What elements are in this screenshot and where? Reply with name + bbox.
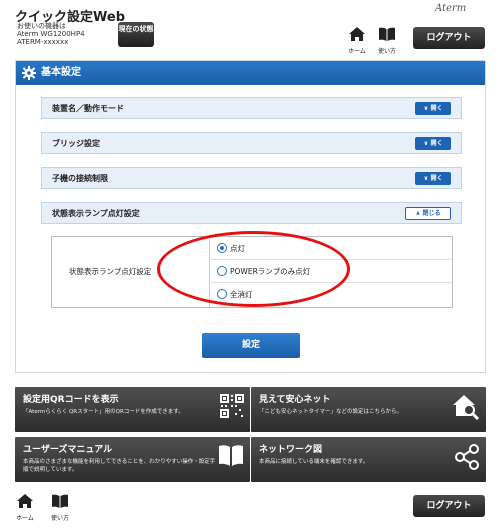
accordion-label: 状態表示ランプ点灯設定 <box>52 209 140 218</box>
manual-label: 使い方 <box>50 515 69 522</box>
tile-title: 設定用QRコードを表示 <box>23 395 119 405</box>
network-map-tile[interactable]: ネットワーク図 本商品に接続している端末を確認できます。 <box>251 437 486 482</box>
footer: ホーム 使い方 ログアウト <box>0 485 500 532</box>
option-all-off[interactable]: 全消灯 <box>211 283 452 306</box>
open-button[interactable]: ∨ 開く <box>415 137 451 150</box>
book-icon <box>52 494 68 508</box>
footer-manual-button[interactable]: 使い方 <box>47 493 73 522</box>
close-label: 閉じる <box>422 210 441 217</box>
accordion-label: 装置名／動作モード <box>52 104 124 113</box>
option-label: 点灯 <box>230 244 245 253</box>
current-status-button[interactable]: 現在の状態 <box>118 22 154 47</box>
chevron-down-icon: ∨ <box>423 140 429 147</box>
manual-label: 使い方 <box>377 48 396 55</box>
open-label: 開く <box>430 140 443 147</box>
device-info: お使いの機器は Aterm WG1200HP4 ATERM-xxxxxx <box>17 22 85 46</box>
radio-button[interactable] <box>217 243 227 253</box>
open-button[interactable]: ∨ 開く <box>415 102 451 115</box>
chevron-down-icon: ∨ <box>423 175 429 182</box>
open-label: 開く <box>430 175 443 182</box>
accordion-label: ブリッジ設定 <box>52 139 100 148</box>
option-on[interactable]: 点灯 <box>211 237 452 260</box>
tile-desc: 「こども安心ネットタイマー」などの設定はこちらから。 <box>259 409 403 415</box>
gear-icon <box>22 66 36 80</box>
open-label: 開く <box>430 105 443 112</box>
home-label: ホーム <box>16 515 34 522</box>
home-search-icon <box>453 395 480 420</box>
aterm-logo: Aterm <box>435 3 467 14</box>
network-icon <box>455 444 479 470</box>
footer-logout-button[interactable]: ログアウト <box>413 495 485 517</box>
open-button[interactable]: ∨ 開く <box>415 172 451 185</box>
accordion-client-limit[interactable]: 子機の接続制限 ∨ 開く <box>41 167 462 189</box>
submit-button[interactable]: 設定 <box>202 333 300 358</box>
users-manual-tile[interactable]: ユーザーズマニュアル 本商品のさまざまな機能を利用してできることを、わかりやすい… <box>15 437 250 482</box>
footer-home-button[interactable]: ホーム <box>12 493 38 522</box>
accordion-device-name[interactable]: 装置名／動作モード ∨ 開く <box>41 97 462 119</box>
section-title: 基本設定 <box>41 67 81 78</box>
basic-settings-panel: 基本設定 装置名／動作モード ∨ 開く ブリッジ設定 ∨ 開く 子機の接続制限 … <box>15 60 486 373</box>
lamp-setting-table: 状態表示ランプ点灯設定 点灯 POWERランプのみ点灯 全消灯 <box>51 236 453 308</box>
tile-desc: 本商品に接続している端末を確認できます。 <box>259 459 369 465</box>
option-label: POWERランプのみ点灯 <box>230 267 311 276</box>
manual-button[interactable]: 使い方 <box>374 26 400 55</box>
tile-title: ネットワーク図 <box>259 445 323 455</box>
header: クイック設定Web お使いの機器は Aterm WG1200HP4 ATERM-… <box>0 0 500 55</box>
home-icon <box>17 494 33 508</box>
setting-label: 状態表示ランプ点灯設定 <box>52 237 210 307</box>
device-label: お使いの機器は <box>17 22 66 30</box>
radio-button[interactable] <box>217 289 227 299</box>
qr-code-icon <box>220 394 244 418</box>
section-header: 基本設定 <box>16 61 485 85</box>
home-icon <box>349 27 365 41</box>
tile-desc: 本商品のさまざまな機能を利用してできることを、わかりやすい操作・設定手順で説明し… <box>23 459 216 473</box>
radio-button[interactable] <box>217 266 227 276</box>
accordion-status-lamp[interactable]: 状態表示ランプ点灯設定 ∧ 閉じる <box>41 202 462 224</box>
device-model: Aterm WG1200HP4 <box>17 30 85 38</box>
chevron-up-icon: ∧ <box>415 210 421 217</box>
tile-title: 見えて安心ネット <box>259 395 331 405</box>
home-button[interactable]: ホーム <box>344 26 370 55</box>
book-icon <box>219 445 243 466</box>
tile-title: ユーザーズマニュアル <box>23 445 113 455</box>
close-button[interactable]: ∧ 閉じる <box>405 207 451 220</box>
option-power-only[interactable]: POWERランプのみ点灯 <box>211 260 452 283</box>
device-name: ATERM-xxxxxx <box>17 38 69 46</box>
book-icon <box>379 27 395 41</box>
accordion-bridge[interactable]: ブリッジ設定 ∨ 開く <box>41 132 462 154</box>
logout-button[interactable]: ログアウト <box>413 27 485 49</box>
tile-desc: 「Atermらくらく QRスタート」用のQRコードを作成できます。 <box>23 409 184 415</box>
accordion-label: 子機の接続制限 <box>52 174 108 183</box>
option-label: 全消灯 <box>230 290 253 299</box>
qr-code-tile[interactable]: 設定用QRコードを表示 「Atermらくらく QRスタート」用のQRコードを作成… <box>15 387 250 432</box>
home-label: ホーム <box>348 48 366 55</box>
chevron-down-icon: ∨ <box>423 105 429 112</box>
mieru-anshin-tile[interactable]: 見えて安心ネット 「こども安心ネットタイマー」などの設定はこちらから。 <box>251 387 486 432</box>
